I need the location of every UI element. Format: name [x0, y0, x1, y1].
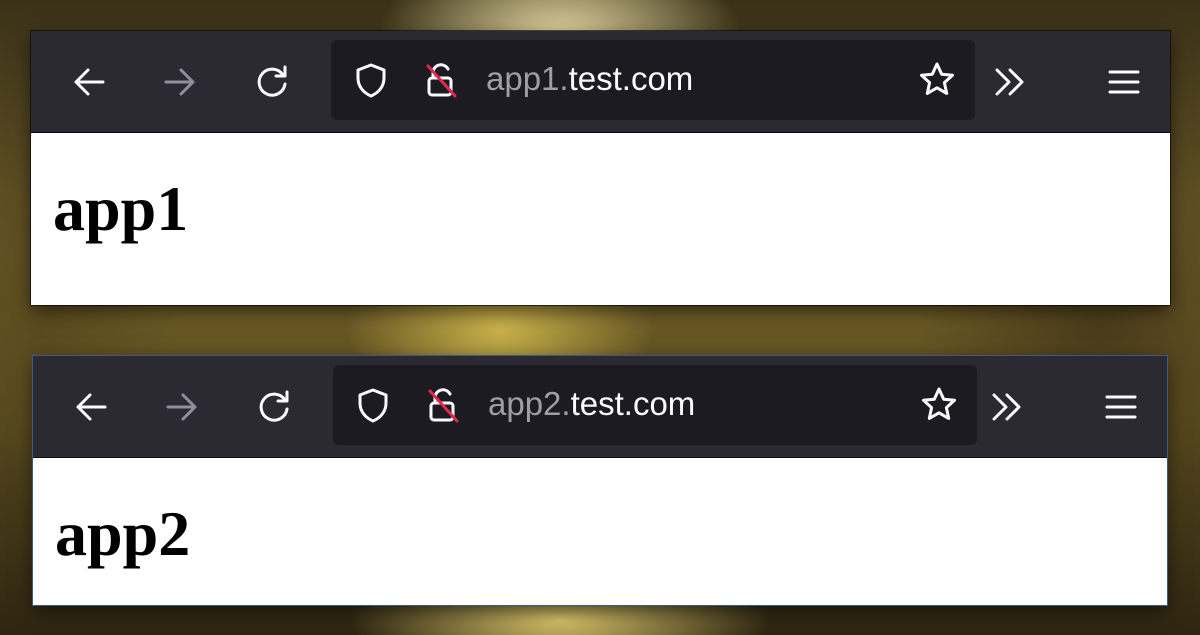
tracking-protection-button[interactable] — [353, 385, 393, 425]
star-icon — [920, 62, 954, 95]
bookmark-button[interactable] — [919, 385, 959, 425]
navigation-toolbar: app2.test.com — [33, 356, 1167, 458]
url-text[interactable]: app1.test.com — [486, 60, 693, 98]
star-icon — [922, 387, 956, 420]
page-heading: app2 — [55, 498, 191, 569]
reload-button[interactable] — [252, 385, 296, 429]
url-host: test.com — [570, 385, 696, 423]
arrow-left-icon — [74, 68, 105, 95]
url-subdomain: app1. — [486, 60, 569, 98]
tracking-protection-button[interactable] — [351, 60, 391, 100]
url-subdomain: app2. — [488, 385, 571, 423]
url-bar[interactable]: app1.test.com — [331, 40, 975, 120]
arrow-right-icon — [166, 393, 197, 420]
url-text[interactable]: app2.test.com — [488, 385, 695, 423]
forward-button[interactable] — [160, 385, 204, 429]
insecure-lock-icon — [428, 388, 459, 423]
browser-window-2: app2.test.com app2 — [33, 356, 1167, 605]
navigation-toolbar: app1.test.com — [31, 31, 1170, 133]
bookmark-button[interactable] — [917, 60, 957, 100]
double-chevron-right-icon — [995, 68, 1024, 95]
app-menu-button[interactable] — [1099, 385, 1143, 429]
forward-button[interactable] — [158, 60, 202, 104]
url-bar[interactable]: app2.test.com — [333, 365, 977, 445]
back-button[interactable] — [67, 60, 111, 104]
page-content: app2 — [33, 458, 1167, 605]
page-content: app1 — [31, 133, 1170, 305]
reload-icon — [259, 390, 289, 422]
page-heading: app1 — [53, 173, 189, 244]
back-button[interactable] — [69, 385, 113, 429]
url-host: test.com — [568, 60, 694, 98]
shield-icon — [356, 63, 386, 98]
shield-icon — [358, 388, 388, 423]
reload-button[interactable] — [250, 60, 294, 104]
hamburger-menu-icon — [1108, 70, 1140, 93]
arrow-left-icon — [76, 393, 107, 420]
reload-icon — [257, 65, 287, 97]
overflow-menu-button[interactable] — [989, 60, 1033, 104]
arrow-right-icon — [164, 68, 195, 95]
overflow-menu-button[interactable] — [986, 385, 1030, 429]
browser-window-1: app1.test.com app1 — [31, 31, 1170, 305]
insecure-lock-icon — [426, 63, 457, 98]
connection-info-button[interactable] — [421, 60, 461, 100]
app-menu-button[interactable] — [1102, 60, 1146, 104]
hamburger-menu-icon — [1105, 395, 1137, 418]
double-chevron-right-icon — [992, 393, 1021, 420]
connection-info-button[interactable] — [423, 385, 463, 425]
